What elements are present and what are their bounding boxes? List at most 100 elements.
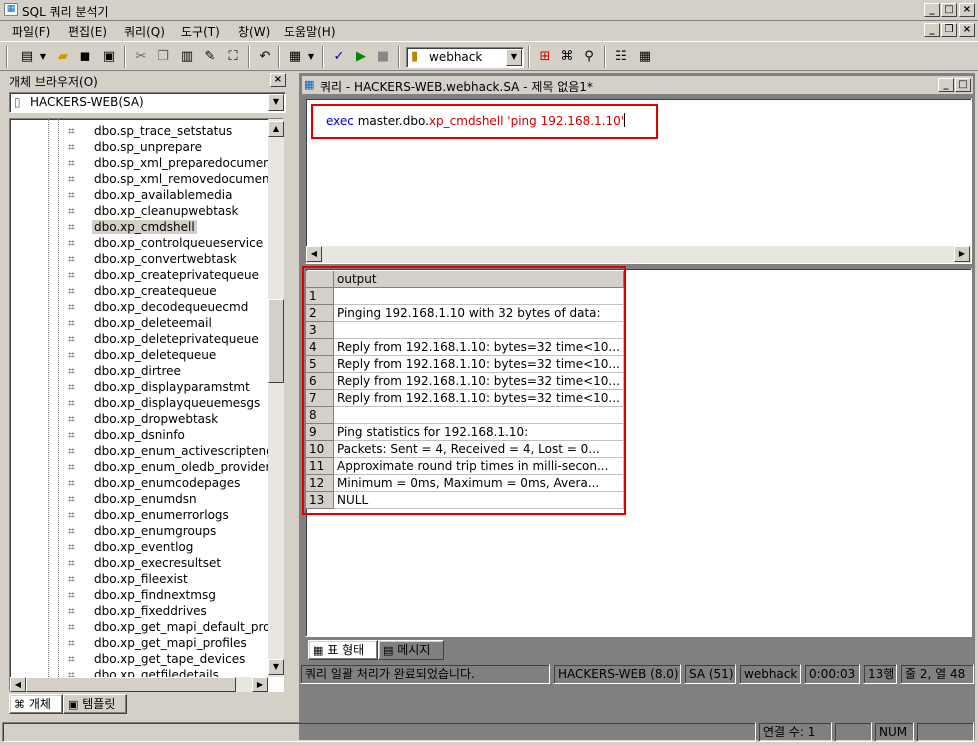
copy-icon[interactable]: ❐	[154, 48, 172, 66]
parse-check-icon[interactable]: ✓	[330, 48, 348, 66]
server-value: HACKERS-WEB(SA)	[30, 95, 144, 109]
stored-procedure-icon: ⌗	[68, 460, 75, 474]
stored-procedure-icon: ⌗	[68, 268, 75, 282]
menu-window[interactable]: 창(W)	[238, 23, 270, 40]
display-plan-icon[interactable]: ⊞	[536, 48, 554, 66]
stored-procedure-icon: ⌗	[68, 172, 75, 186]
status-elapsed: 0:00:03	[804, 664, 860, 684]
scroll-right-icon[interactable]: ▶	[252, 677, 268, 692]
tree-item-label: dbo.xp_dsninfo	[94, 428, 185, 442]
results-mode-icon[interactable]: ▦	[286, 48, 304, 66]
stored-procedure-icon: ⌗	[68, 220, 75, 234]
cut-icon[interactable]: ✂	[132, 48, 150, 66]
status-database: webhack	[739, 664, 801, 684]
grid-settings-icon[interactable]: ▦	[636, 48, 654, 66]
tab-objects-label: 개체	[28, 697, 51, 711]
templates-tab-icon: ▣	[68, 698, 79, 711]
messages-tab-icon: ▤	[383, 644, 394, 657]
results-highlight-box	[302, 266, 626, 515]
undo-icon[interactable]: ↶	[256, 48, 274, 66]
status-num: NUM	[874, 722, 914, 742]
scroll-thumb[interactable]	[268, 299, 284, 383]
editor-hscroll[interactable]: ◀ ▶	[306, 246, 971, 263]
server-dropdown-icon[interactable]: ▼	[268, 94, 284, 111]
tab-grid[interactable]: ▦ 표 형태	[308, 640, 378, 660]
tree-item-label: dbo.xp_deletequeue	[94, 348, 217, 362]
new-query-icon[interactable]: ▤	[18, 48, 36, 66]
query-maximize-button[interactable]: □	[955, 78, 971, 92]
status-server: HACKERS-WEB (8.0)	[553, 664, 681, 684]
find-icon[interactable]: ⛶	[224, 48, 242, 66]
hscroll-thumb[interactable]	[26, 677, 236, 692]
tree-item-label: dbo.xp_enum_activescriptengin	[94, 444, 268, 458]
app-icon: ▦	[4, 3, 18, 16]
results-mode-arrow-icon[interactable]: ▼	[306, 48, 316, 66]
load-script-icon[interactable]: ▣	[100, 48, 118, 66]
tab-templates[interactable]: ▣ 템플릿	[63, 694, 127, 714]
query-window-titlebar: ▦ 쿼리 - HACKERS-WEB.webhack.SA - 제목 없음1* …	[302, 76, 973, 94]
query-minimize-button[interactable]: _	[938, 78, 954, 92]
query-status-bar: 쿼리 일괄 처리가 완료되었습니다. HACKERS-WEB (8.0) SA …	[300, 664, 974, 686]
edit-icon[interactable]: ✎	[201, 48, 219, 66]
objects-tab-icon: ⌘	[14, 698, 25, 711]
open-folder-icon[interactable]: ▰	[54, 48, 72, 66]
tree-item-label: dbo.xp_decodequeuecmd	[94, 300, 249, 314]
database-dropdown-icon[interactable]: ▼	[506, 49, 522, 66]
tab-messages[interactable]: ▤ 메시지	[378, 640, 444, 660]
stored-procedure-icon: ⌗	[68, 524, 75, 538]
tree-item-label: dbo.sp_xml_preparedocument	[94, 156, 268, 170]
tree-item-label: dbo.sp_trace_setstatus	[94, 124, 233, 138]
stored-procedure-icon: ⌗	[68, 492, 75, 506]
editor-scroll-left-icon[interactable]: ◀	[306, 246, 322, 262]
database-icon: ▮	[411, 49, 419, 64]
tab-objects[interactable]: ⌘ 개체	[9, 694, 63, 714]
tree-item-label: dbo.xp_dropwebtask	[94, 412, 219, 426]
tree-item-label: dbo.sp_xml_removedocument	[94, 172, 268, 186]
menu-query[interactable]: 쿼리(Q)	[124, 23, 165, 40]
stored-procedure-icon: ⌗	[68, 348, 75, 362]
scroll-up-icon[interactable]: ▲	[268, 121, 284, 137]
paste-icon[interactable]: ▥	[178, 48, 196, 66]
mdi-restore-button[interactable]: ❐	[941, 23, 957, 37]
dropdown-arrow-icon[interactable]: ▼	[38, 48, 48, 66]
object-tree-hscroll[interactable]: ◀ ▶	[10, 677, 268, 692]
tree-item-label: dbo.xp_displayqueuemesgs	[94, 396, 261, 410]
close-button[interactable]: ×	[959, 3, 975, 17]
object-search-icon[interactable]: ⚲	[580, 48, 598, 66]
stop-icon[interactable]: ■	[374, 48, 392, 66]
tree-item-label: dbo.xp_get_mapi_default_profile	[94, 620, 268, 634]
maximize-button[interactable]: □	[941, 3, 957, 17]
tree-item-label: dbo.xp_displayparamstmt	[94, 380, 250, 394]
stored-procedure-icon: ⌗	[68, 428, 75, 442]
stored-procedure-icon: ⌗	[68, 236, 75, 250]
execute-icon[interactable]: ▶	[352, 48, 370, 66]
tree-item-label: dbo.xp_get_mapi_profiles	[94, 636, 247, 650]
tree-item-label: dbo.xp_createprivatequeue	[94, 268, 260, 282]
object-tree-vscroll[interactable]: ▲ ▼	[268, 119, 284, 677]
scroll-down-icon[interactable]: ▼	[268, 659, 284, 675]
editor-scroll-right-icon[interactable]: ▶	[954, 246, 970, 262]
menu-file[interactable]: 파일(F)	[12, 23, 50, 40]
menu-tools[interactable]: 도구(T)	[181, 23, 220, 40]
mdi-minimize-button[interactable]: _	[924, 23, 940, 37]
object-browser-icon[interactable]: ⌘	[558, 48, 576, 66]
tab-messages-label: 메시지	[397, 643, 431, 657]
menu-help[interactable]: 도움말(H)	[284, 23, 336, 40]
server-icon: ▯	[14, 95, 21, 109]
mdi-close-button[interactable]: ×	[959, 23, 975, 37]
status-empty	[2, 722, 756, 742]
server-select[interactable]: ▯ HACKERS-WEB(SA) ▼	[9, 92, 286, 113]
object-tree[interactable]: ⌗ dbo.sp_trace_setstatus ⌗ dbo.sp_unprepare…	[9, 118, 284, 692]
save-icon[interactable]: ◼	[76, 48, 94, 66]
results-tabs: ▦ 표 형태 ▤ 메시지	[305, 640, 972, 660]
tree-item-label: dbo.sp_unprepare	[94, 140, 202, 154]
scroll-left-icon[interactable]: ◀	[10, 677, 26, 692]
minimize-button[interactable]: _	[924, 3, 940, 17]
status-message: 쿼리 일괄 처리가 완료되었습니다.	[300, 664, 550, 684]
object-browser-close-button[interactable]: ×	[270, 73, 286, 87]
stored-procedure-icon: ⌗	[68, 508, 75, 522]
tree-item-label: dbo.xp_createqueue	[94, 284, 217, 298]
menu-edit[interactable]: 편집(E)	[68, 23, 107, 40]
database-select[interactable]: ▮ webhack ▼	[406, 47, 524, 68]
properties-icon[interactable]: ☷	[612, 48, 630, 66]
